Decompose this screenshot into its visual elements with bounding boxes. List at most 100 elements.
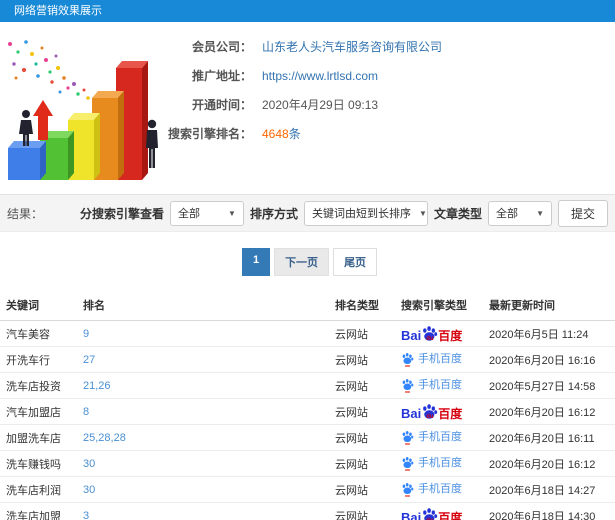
engine-filter-value: 全部 xyxy=(177,208,200,220)
keyword-cell: 汽车美容 xyxy=(6,328,50,341)
article-type-label: 文章类型 xyxy=(433,206,482,221)
header-rank: 排名 xyxy=(83,300,105,312)
keyword-cell: 汽车加盟店 xyxy=(6,406,61,419)
rank-type-cell: 云网站 xyxy=(335,484,368,497)
engine-rank-suffix: 条 xyxy=(288,127,301,141)
mobile-baidu-logo: 手机百度 xyxy=(401,482,462,497)
rank-cell[interactable]: 21,26 xyxy=(83,380,335,392)
engine-cell: Bai du 百度 xyxy=(401,325,489,342)
updated-cell: 2020年5月27日 14:58 xyxy=(489,380,596,393)
header-engine-type: 搜索引擎类型 xyxy=(401,300,467,312)
mobile-baidu-paw-icon xyxy=(402,457,414,471)
rank-type-cell: 云网站 xyxy=(335,354,368,367)
baidu-paw-icon: du xyxy=(423,326,438,342)
mobile-baidu-logo: 手机百度 xyxy=(401,456,462,471)
updated-cell: 2020年6月20日 16:11 xyxy=(489,432,595,445)
rank-cell[interactable]: 30 xyxy=(83,484,335,496)
sort-filter-select[interactable]: 关键词由短到长排序 ▼ xyxy=(303,200,428,226)
table-header-row: 关键词 排名 排名类型 搜索引擎类型 最新更新时间 xyxy=(0,290,615,321)
engine-rank-label: 搜索引擎排名： xyxy=(167,127,252,141)
rank-cell[interactable]: 8 xyxy=(83,406,335,418)
chevron-down-icon: ▼ xyxy=(418,208,427,218)
member-company-row: 会员公司： 山东老人头汽车服务咨询有限公司 xyxy=(160,38,615,55)
table-row: 洗车店利润 30 云网站 手机百度 2020年6月18日 14:27 xyxy=(0,477,615,503)
baidu-paw-icon: du xyxy=(423,404,438,420)
member-info-panel: 会员公司： 山东老人头汽车服务咨询有限公司 推广地址： https://www.… xyxy=(160,22,615,194)
ranking-table: 关键词 排名 排名类型 搜索引擎类型 最新更新时间 汽车美容 9 云网站 Bai… xyxy=(0,290,615,520)
engine-cell: 手机百度 xyxy=(401,378,489,393)
member-company-link[interactable]: 山东老人头汽车服务咨询有限公司 xyxy=(262,40,442,54)
page-title: 网络营销效果展示 xyxy=(0,0,615,22)
engine-rank-count: 4648 xyxy=(262,127,289,141)
filter-group: 分搜索引擎查看 全部 ▼ 排序方式 关键词由短到长排序 ▼ 文章类型 全部 ▼ … xyxy=(79,199,608,227)
table-row: 开洗车行 27 云网站 手机百度 2020年6月20日 16:16 xyxy=(0,347,615,373)
article-type-select[interactable]: 全部 ▼ xyxy=(487,200,552,226)
rank-cell[interactable]: 25,28,28 xyxy=(83,432,335,444)
table-body: 汽车美容 9 云网站 Bai du 百度 2020年6月5日 11:24 开洗车… xyxy=(0,321,615,520)
table-row: 洗车赚钱吗 30 云网站 手机百度 2020年6月20日 16:12 xyxy=(0,451,615,477)
businessman-left xyxy=(19,110,33,146)
engine-cell: 手机百度 xyxy=(401,352,489,367)
rank-type-cell: 云网站 xyxy=(335,510,368,520)
baidu-logo: Bai du 百度 xyxy=(401,507,462,520)
rank-cell[interactable]: 27 xyxy=(83,354,335,366)
engine-cell: Bai du 百度 xyxy=(401,507,489,520)
growth-chart-image xyxy=(8,40,158,180)
mobile-baidu-paw-icon xyxy=(402,483,414,497)
header-rank-type: 排名类型 xyxy=(335,300,379,312)
engine-cell: Bai du 百度 xyxy=(401,403,489,420)
member-company-label: 会员公司： xyxy=(191,40,252,54)
rank-cell[interactable]: 9 xyxy=(83,328,335,340)
confetti-dots xyxy=(8,40,90,100)
engine-filter-select[interactable]: 全部 ▼ xyxy=(169,200,244,226)
table-row: 汽车加盟店 8 云网站 Bai du 百度 2020年6月20日 16:12 xyxy=(0,399,615,425)
svg-text:du: du xyxy=(427,414,435,420)
header-updated: 最新更新时间 xyxy=(489,300,555,312)
submit-button[interactable]: 提交 xyxy=(557,199,608,227)
rank-cell[interactable]: 3 xyxy=(83,510,335,520)
updated-cell: 2020年6月20日 16:12 xyxy=(489,458,596,471)
promo-url-link[interactable]: https://www.lrtlsd.com xyxy=(262,69,378,83)
sort-filter-label: 排序方式 xyxy=(249,206,298,221)
table-row: 加盟洗车店 25,28,28 云网站 手机百度 2020年6月20日 16:11 xyxy=(0,425,615,451)
engine-cell: 手机百度 xyxy=(401,456,489,471)
open-time-value: 2020年4月29日 09:13 xyxy=(262,98,379,112)
table-row: 洗车店投资 21,26 云网站 手机百度 2020年5月27日 14:58 xyxy=(0,373,615,399)
sort-filter-value: 关键词由短到长排序 xyxy=(311,208,411,220)
keyword-cell: 开洗车行 xyxy=(6,354,50,367)
filter-bar: 结果： 分搜索引擎查看 全部 ▼ 排序方式 关键词由短到长排序 ▼ 文章类型 全… xyxy=(0,194,615,232)
open-time-row: 开通时间： 2020年4月29日 09:13 xyxy=(160,96,615,113)
rank-type-cell: 云网站 xyxy=(335,328,368,341)
chevron-down-icon: ▼ xyxy=(536,208,544,218)
keyword-cell: 洗车赚钱吗 xyxy=(6,458,61,471)
updated-cell: 2020年6月18日 14:27 xyxy=(489,484,596,497)
updated-cell: 2020年6月18日 14:30 xyxy=(489,510,596,520)
next-page-button[interactable]: 下一页 xyxy=(274,248,330,276)
promo-url-label: 推广地址： xyxy=(191,69,252,83)
open-time-label: 开通时间： xyxy=(191,98,252,112)
page-1-button[interactable]: 1 xyxy=(241,248,271,276)
mobile-baidu-logo: 手机百度 xyxy=(401,352,462,367)
mobile-baidu-paw-icon xyxy=(402,379,414,393)
engine-filter-label: 分搜索引擎查看 xyxy=(79,206,164,221)
last-page-button[interactable]: 尾页 xyxy=(333,248,378,276)
header-keyword: 关键词 xyxy=(6,300,39,312)
mobile-baidu-logo: 手机百度 xyxy=(401,430,462,445)
baidu-logo: Bai du 百度 xyxy=(401,403,462,420)
engine-cell: 手机百度 xyxy=(401,430,489,445)
keyword-cell: 加盟洗车店 xyxy=(6,432,61,445)
promo-url-row: 推广地址： https://www.lrtlsd.com xyxy=(160,67,615,84)
rank-type-cell: 云网站 xyxy=(335,380,368,393)
table-row: 汽车美容 9 云网站 Bai du 百度 2020年6月5日 11:24 xyxy=(0,321,615,347)
chevron-down-icon: ▼ xyxy=(228,208,236,218)
table-row: 洗车店加盟 3 云网站 Bai du 百度 2020年6月18日 14:30 xyxy=(0,503,615,520)
rank-cell[interactable]: 30 xyxy=(83,458,335,470)
engine-cell: 手机百度 xyxy=(401,482,489,497)
mobile-baidu-paw-icon xyxy=(402,353,414,367)
pagination: 1 下一页 尾页 xyxy=(0,248,615,276)
baidu-paw-icon: du xyxy=(423,508,438,520)
top-section: 会员公司： 山东老人头汽车服务咨询有限公司 推广地址： https://www.… xyxy=(0,22,615,194)
baidu-logo: Bai du 百度 xyxy=(401,325,462,342)
rank-type-cell: 云网站 xyxy=(335,406,368,419)
keyword-cell: 洗车店投资 xyxy=(6,380,61,393)
